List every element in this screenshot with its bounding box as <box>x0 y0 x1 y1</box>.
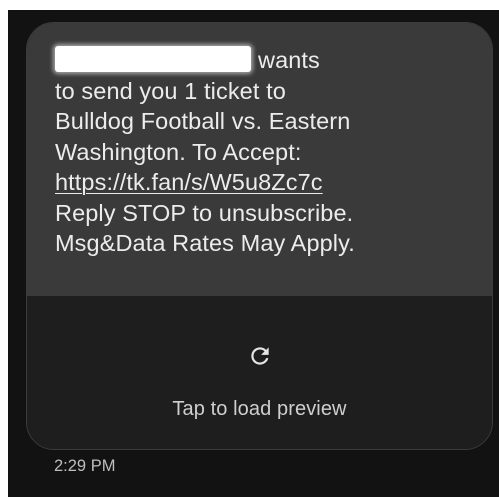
message-text: wants to send you 1 ticket to Bulldog Fo… <box>55 45 475 259</box>
message-line-3: Bulldog Football vs. Eastern <box>55 108 351 134</box>
message-line-2: to send you 1 ticket to <box>55 77 286 104</box>
redacted-sender-name <box>55 46 251 72</box>
ticket-link[interactable]: https://tk.fan/s/W5u8Zc7c <box>55 167 475 198</box>
conversation-screen: wants to send you 1 ticket to Bulldog Fo… <box>8 10 499 497</box>
message-bubble[interactable]: wants to send you 1 ticket to Bulldog Fo… <box>26 22 493 450</box>
preview-label: Tap to load preview <box>172 398 347 420</box>
message-line-1-text: wants <box>258 47 320 73</box>
message-line-4: Washington. To Accept: <box>55 138 302 165</box>
message-line-1: wants <box>55 45 475 76</box>
message-line-6: Reply STOP to unsubscribe. <box>55 199 354 226</box>
message-line-7: Msg&Data Rates May Apply. <box>55 230 355 256</box>
message-timestamp: 2:29 PM <box>54 457 116 475</box>
refresh-icon <box>250 347 269 365</box>
link-preview-button[interactable]: Tap to load preview <box>27 296 492 449</box>
message-body: wants to send you 1 ticket to Bulldog Fo… <box>27 23 492 296</box>
